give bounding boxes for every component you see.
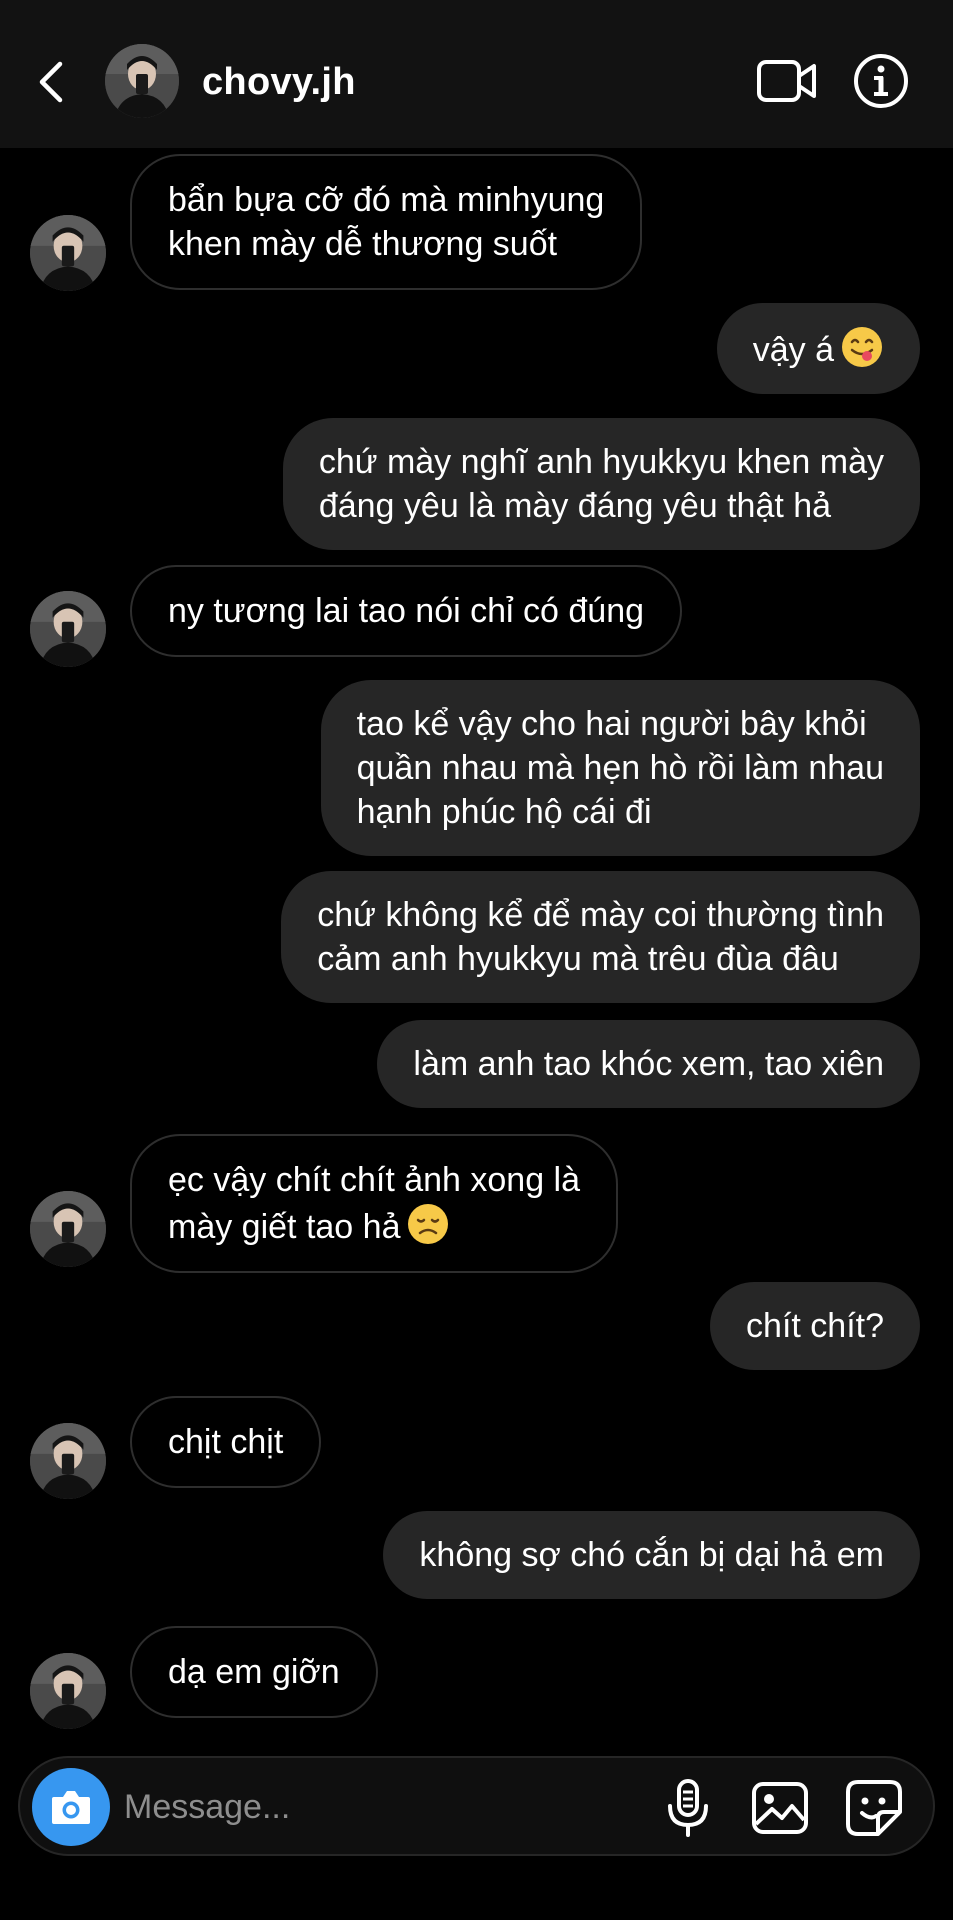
message-text: ẹc vậy chít chít ảnh xong là mày giết ta… xyxy=(168,1161,581,1246)
chat-header: chovy.jh xyxy=(0,0,953,148)
gallery-button[interactable] xyxy=(750,1778,810,1838)
message-text: chứ mày nghĩ anh hyukkyu khen mày đáng y… xyxy=(318,443,884,525)
profile-photo xyxy=(30,1423,106,1499)
profile-photo xyxy=(30,591,106,667)
camera-icon xyxy=(52,1791,90,1824)
outgoing-message[interactable]: không sợ chó cắn bị dại hả em xyxy=(383,1511,920,1599)
message-text: làm anh tao khóc xem, tao xiên xyxy=(413,1045,884,1083)
sender-avatar[interactable] xyxy=(30,591,106,667)
message-text: chứ không kể để mày coi thường tình cảm … xyxy=(317,896,884,978)
message-thread[interactable]: bẩn bựa cỡ đó mà minhyung khen mày dễ th… xyxy=(0,148,953,1748)
incoming-message[interactable]: chịt chịt xyxy=(130,1396,322,1488)
sender-avatar[interactable] xyxy=(30,215,106,291)
username[interactable]: chovy.jh xyxy=(202,56,356,108)
gallery-icon xyxy=(752,1782,808,1834)
outgoing-message[interactable]: làm anh tao khóc xem, tao xiên xyxy=(377,1020,920,1108)
chevron-left-icon xyxy=(39,61,63,103)
sender-avatar[interactable] xyxy=(30,1423,106,1499)
message-text: dạ em giỡn xyxy=(168,1653,340,1691)
camera-button[interactable] xyxy=(32,1768,110,1846)
incoming-message[interactable]: ny tương lai tao nói chỉ có đúng xyxy=(130,565,683,657)
incoming-message[interactable]: bẩn bựa cỡ đó mà minhyung khen mày dễ th… xyxy=(130,154,643,290)
sender-avatar[interactable] xyxy=(30,1653,106,1729)
disappointed-emoji-icon xyxy=(408,1204,449,1244)
outgoing-message[interactable]: vậy á xyxy=(716,303,920,394)
message-text: ny tương lai tao nói chỉ có đúng xyxy=(168,592,645,630)
message-text: chịt chịt xyxy=(168,1423,284,1461)
yum-emoji-icon xyxy=(842,327,882,367)
message-composer xyxy=(18,1756,935,1856)
info-button[interactable] xyxy=(852,52,910,110)
outgoing-message[interactable]: chứ mày nghĩ anh hyukkyu khen mày đáng y… xyxy=(282,418,920,550)
voice-message-button[interactable] xyxy=(660,1778,716,1838)
outgoing-message[interactable]: chít chít? xyxy=(710,1282,920,1370)
sticker-button[interactable] xyxy=(844,1778,904,1838)
sender-avatar[interactable] xyxy=(30,1191,106,1267)
message-text: tao kể vậy cho hai người bây khỏi quần n… xyxy=(356,705,884,831)
profile-photo xyxy=(105,44,179,118)
message-text: bẩn bựa cỡ đó mà minhyung khen mày dễ th… xyxy=(168,181,605,263)
message-input[interactable] xyxy=(124,1782,554,1832)
incoming-message[interactable]: ẹc vậy chít chít ảnh xong là mày giết ta… xyxy=(130,1134,619,1273)
profile-photo xyxy=(30,215,106,291)
video-call-button[interactable] xyxy=(756,52,818,110)
message-text: chít chít? xyxy=(746,1307,884,1345)
profile-photo xyxy=(30,1653,106,1729)
back-button[interactable] xyxy=(28,50,76,114)
outgoing-message[interactable]: chứ không kể để mày coi thường tình cảm … xyxy=(281,871,920,1003)
info-icon xyxy=(854,54,908,108)
message-text: không sợ chó cắn bị dại hả em xyxy=(419,1536,884,1574)
incoming-message[interactable]: dạ em giỡn xyxy=(130,1626,378,1718)
header-avatar[interactable] xyxy=(105,44,179,118)
message-text: vậy á xyxy=(752,331,834,369)
outgoing-message[interactable]: tao kể vậy cho hai người bây khỏi quần n… xyxy=(320,680,920,856)
sticker-icon xyxy=(846,1780,902,1836)
profile-photo xyxy=(30,1191,106,1267)
video-camera-icon xyxy=(757,60,816,102)
microphone-icon xyxy=(668,1779,708,1837)
